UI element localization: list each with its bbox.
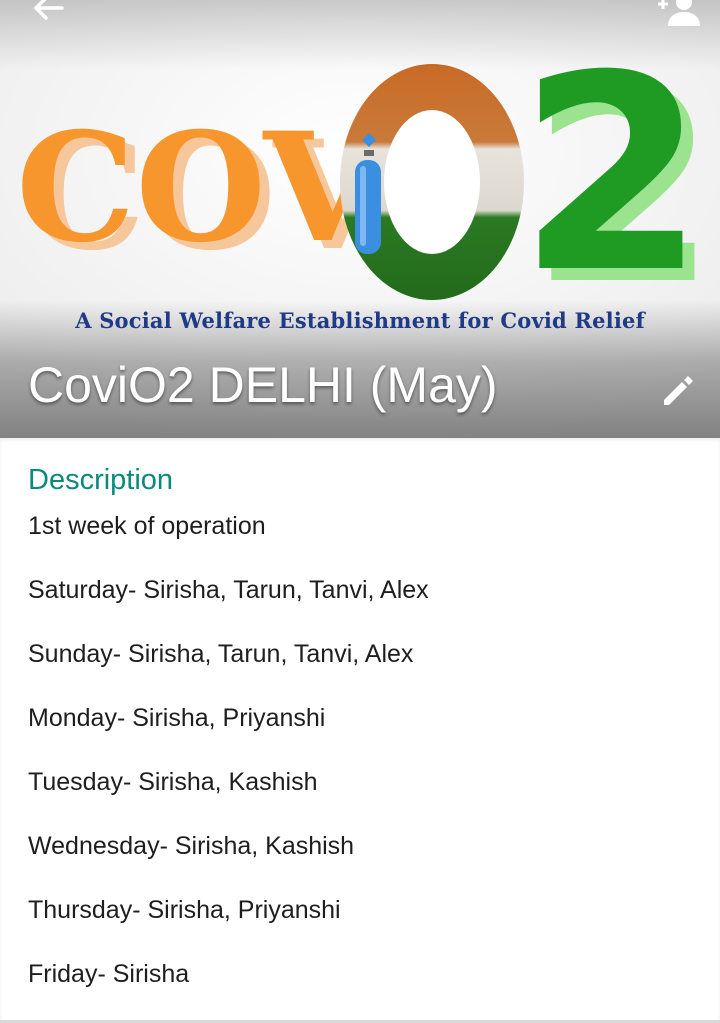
back-button[interactable] <box>24 0 72 28</box>
description-line: Tuesday- Sirisha, Kashish <box>28 768 318 796</box>
description-line: 1st week of operation <box>28 512 266 540</box>
description-section[interactable]: Description 1st week of operation Saturd… <box>0 438 720 1020</box>
description-label: Description <box>28 464 174 496</box>
description-line: Friday- Sirisha <box>28 960 190 988</box>
top-gradient <box>0 0 720 70</box>
description-line: Sunday- Sirisha, Tarun, Tanvi, Alex <box>28 640 414 668</box>
arrow-left-icon <box>34 0 64 20</box>
edit-group-name-button[interactable] <box>658 370 698 410</box>
group-info-screen: COV COV 2 2 A Social Welfare Establishme… <box>0 0 720 1023</box>
add-participant-button[interactable] <box>654 0 702 28</box>
person-add-icon <box>658 0 700 26</box>
group-header: COV COV 2 2 A Social Welfare Establishme… <box>0 0 720 438</box>
group-name: CoviO2 DELHI (May) <box>28 357 498 413</box>
logo-letters: COV <box>16 100 382 276</box>
description-line: Saturday- Sirisha, Tarun, Tanvi, Alex <box>28 576 429 604</box>
logo-tagline: A Social Welfare Establishment for Covid… <box>75 308 645 333</box>
description-line: Monday- Sirisha, Priyanshi <box>28 704 326 732</box>
description-line: Wednesday- Sirisha, Kashish <box>28 832 355 860</box>
pencil-icon <box>664 376 693 405</box>
description-line: Thursday- Sirisha, Priyanshi <box>28 896 341 924</box>
